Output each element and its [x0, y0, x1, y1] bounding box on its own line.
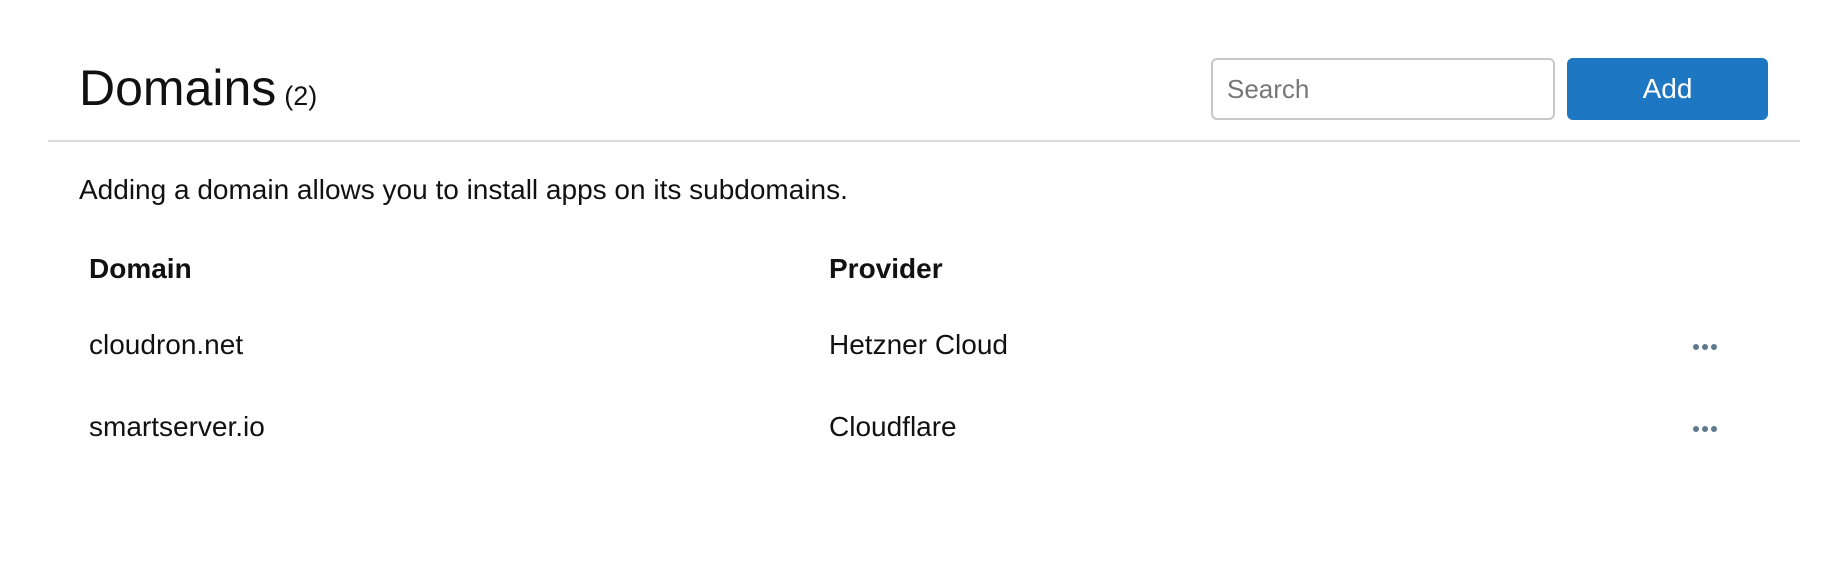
page-title-text: Domains	[79, 60, 277, 116]
table-header-row: Domain Provider	[89, 246, 1739, 314]
page-header: Domains(2) Add	[48, 0, 1800, 142]
column-header-provider: Provider	[829, 253, 943, 284]
search-input[interactable]	[1211, 58, 1555, 120]
provider-cell: Cloudflare	[829, 411, 957, 442]
add-domain-button[interactable]: Add	[1567, 58, 1768, 120]
domain-cell: cloudron.net	[89, 329, 244, 360]
provider-cell: Hetzner Cloud	[829, 329, 1008, 360]
more-horizontal-icon	[1693, 344, 1717, 350]
domain-count: (2)	[284, 81, 318, 111]
more-horizontal-icon	[1693, 426, 1717, 432]
more-actions-button[interactable]	[1685, 332, 1725, 362]
table-row[interactable]: smartserver.io Cloudflare	[89, 396, 1739, 478]
column-header-domain: Domain	[89, 253, 192, 284]
table-row[interactable]: cloudron.net Hetzner Cloud	[89, 314, 1739, 396]
domains-table: Domain Provider cloudron.net Hetzner Clo…	[89, 246, 1739, 478]
more-actions-button[interactable]	[1685, 414, 1725, 444]
domains-page: Domains(2) Add Adding a domain allows yo…	[0, 0, 1834, 588]
domain-cell: smartserver.io	[89, 411, 265, 442]
page-description: Adding a domain allows you to install ap…	[79, 174, 848, 205]
page-title: Domains (2)	[79, 58, 317, 126]
